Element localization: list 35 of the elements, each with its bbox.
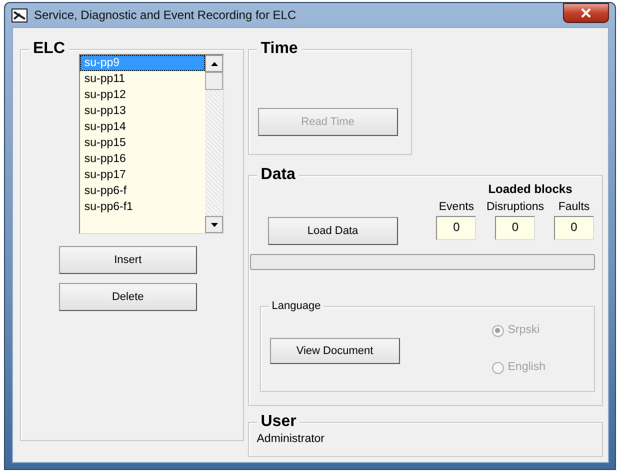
scrollbar[interactable] (205, 55, 224, 233)
caret-up-icon (210, 62, 218, 66)
window-title: Service, Diagnostic and Event Recording for ELC (34, 7, 296, 24)
delete-button[interactable]: Delete (58, 283, 197, 311)
radio-label: Srpski (508, 323, 540, 338)
list-item[interactable]: su-pp6-f (80, 183, 206, 199)
close-icon (581, 8, 591, 18)
user-name: Administrator (256, 432, 326, 447)
counter-label: Disruptions (486, 200, 544, 215)
list-item[interactable]: su-pp17 (80, 167, 206, 183)
radio-label: English (508, 360, 546, 376)
scroll-up-button[interactable] (205, 55, 224, 72)
list-item[interactable]: su-pp14 (80, 119, 206, 135)
list-item[interactable]: su-pp6-f1 (80, 199, 206, 215)
scroll-down-button[interactable] (205, 216, 224, 233)
list-item[interactable]: su-pp15 (80, 135, 206, 151)
counter-field: 0 (495, 216, 536, 240)
list-item[interactable]: su-pp12 (80, 87, 206, 103)
load-data-button[interactable]: Load Data (268, 217, 398, 245)
list-item[interactable]: su-pp16 (80, 151, 206, 167)
app-icon (11, 8, 28, 22)
insert-button[interactable]: Insert (58, 246, 197, 274)
view-document-button[interactable]: View Document (270, 338, 400, 364)
counter-field: 0 (436, 216, 476, 240)
list-item[interactable]: su-pp13 (80, 103, 206, 119)
close-button[interactable] (563, 3, 609, 23)
loaded-blocks-label: Loaded blocks (488, 181, 572, 198)
device-listbox[interactable]: su-pp9 su-pp11 su-pp12 su-pp13 su-pp14 su-pp15 su-pp16 su-pp17 su-pp6-f su-pp6-f1 (79, 54, 224, 234)
caret-down-icon (210, 222, 218, 226)
counter-label: Events (438, 200, 474, 215)
group-title: Language (268, 299, 324, 313)
scroll-thumb[interactable] (205, 72, 224, 90)
list-item[interactable]: su-pp11 (80, 71, 206, 87)
counter-label: Faults (558, 200, 590, 215)
counter-field: 0 (554, 216, 594, 240)
